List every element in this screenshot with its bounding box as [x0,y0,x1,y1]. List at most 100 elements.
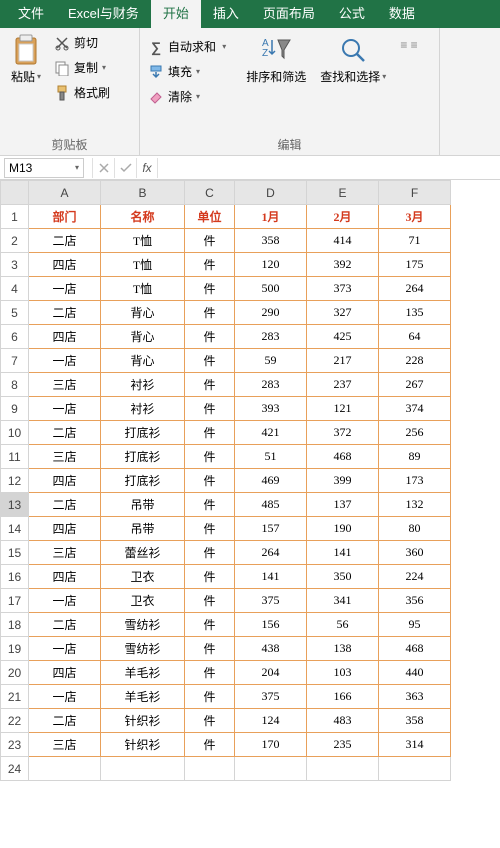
cell[interactable]: 137 [307,493,379,517]
cell[interactable]: 135 [379,301,451,325]
cell[interactable]: 件 [185,517,235,541]
autosum-button[interactable]: ∑ 自动求和 ▾ [146,36,228,57]
row-header-14[interactable]: 14 [1,517,29,541]
cell[interactable]: 件 [185,613,235,637]
cell[interactable]: 156 [235,613,307,637]
cell[interactable]: 71 [379,229,451,253]
cell[interactable]: 二店 [29,613,101,637]
row-header-2[interactable]: 2 [1,229,29,253]
cell[interactable]: T恤 [101,277,185,301]
header-cell[interactable]: 2月 [307,205,379,229]
cell[interactable]: 针织衫 [101,709,185,733]
row-header-8[interactable]: 8 [1,373,29,397]
cell[interactable]: 吊带 [101,517,185,541]
cell[interactable]: 341 [307,589,379,613]
header-cell[interactable]: 3月 [379,205,451,229]
col-header-E[interactable]: E [307,181,379,205]
cell[interactable]: 327 [307,301,379,325]
row-header-12[interactable]: 12 [1,469,29,493]
col-header-F[interactable]: F [379,181,451,205]
cell[interactable]: 500 [235,277,307,301]
cell[interactable]: 一店 [29,277,101,301]
cell[interactable]: 一店 [29,637,101,661]
cell[interactable]: 51 [235,445,307,469]
cell[interactable]: 三店 [29,733,101,757]
col-header-B[interactable]: B [101,181,185,205]
cell[interactable]: 件 [185,301,235,325]
cell[interactable]: 件 [185,349,235,373]
cut-button[interactable]: 剪切 [52,32,112,53]
cell[interactable]: 件 [185,469,235,493]
cell[interactable]: 95 [379,613,451,637]
cell[interactable]: 124 [235,709,307,733]
cell[interactable]: 羊毛衫 [101,685,185,709]
cell[interactable]: 衬衫 [101,397,185,421]
cell[interactable]: 103 [307,661,379,685]
cell[interactable]: 228 [379,349,451,373]
cell[interactable]: 89 [379,445,451,469]
row-header-15[interactable]: 15 [1,541,29,565]
cell[interactable]: 59 [235,349,307,373]
copy-button[interactable]: 复制 ▾ [52,57,112,78]
cell[interactable]: 283 [235,373,307,397]
cell[interactable]: 一店 [29,349,101,373]
row-header-23[interactable]: 23 [1,733,29,757]
row-header-20[interactable]: 20 [1,661,29,685]
cell[interactable]: 283 [235,325,307,349]
cell[interactable]: 雪纺衫 [101,637,185,661]
cell[interactable]: 件 [185,373,235,397]
row-header-4[interactable]: 4 [1,277,29,301]
cell[interactable]: 264 [235,541,307,565]
cell[interactable]: 打底衫 [101,421,185,445]
cell[interactable] [235,757,307,781]
cell[interactable]: 375 [235,685,307,709]
cell[interactable]: 290 [235,301,307,325]
cell[interactable]: 141 [307,541,379,565]
cell[interactable]: 四店 [29,565,101,589]
cell[interactable]: 件 [185,661,235,685]
tab-文件[interactable]: 文件 [6,0,56,28]
cell[interactable]: 120 [235,253,307,277]
row-header-6[interactable]: 6 [1,325,29,349]
cell[interactable]: T恤 [101,229,185,253]
cell[interactable]: 267 [379,373,451,397]
cell[interactable]: 468 [379,637,451,661]
cell[interactable]: 背心 [101,301,185,325]
cell[interactable]: 438 [235,637,307,661]
cell[interactable]: 157 [235,517,307,541]
cell[interactable]: 羊毛衫 [101,661,185,685]
cell[interactable]: 件 [185,445,235,469]
cell[interactable]: 173 [379,469,451,493]
cell[interactable]: 针织衫 [101,733,185,757]
header-cell[interactable]: 名称 [101,205,185,229]
cell[interactable] [101,757,185,781]
cell[interactable]: 二店 [29,709,101,733]
cell[interactable]: 件 [185,709,235,733]
cell[interactable] [307,757,379,781]
cell[interactable]: 175 [379,253,451,277]
cell[interactable]: 121 [307,397,379,421]
cell[interactable]: 件 [185,589,235,613]
col-header-A[interactable]: A [29,181,101,205]
cell[interactable]: 卫衣 [101,565,185,589]
cell[interactable]: 350 [307,565,379,589]
cell[interactable]: 217 [307,349,379,373]
tab-公式[interactable]: 公式 [327,0,377,28]
cell[interactable]: 483 [307,709,379,733]
formula-cancel-button[interactable] [92,158,114,178]
cell[interactable]: 363 [379,685,451,709]
sort-filter-button[interactable]: AZ 排序和筛选 [242,32,310,87]
row-header-19[interactable]: 19 [1,637,29,661]
cell[interactable]: 三店 [29,445,101,469]
spreadsheet-grid[interactable]: ABCDEF1部门名称单位1月2月3月2二店T恤件358414713四店T恤件1… [0,180,500,848]
cell[interactable]: 一店 [29,589,101,613]
cell[interactable]: 372 [307,421,379,445]
cell[interactable]: 138 [307,637,379,661]
header-cell[interactable]: 1月 [235,205,307,229]
row-header-13[interactable]: 13 [1,493,29,517]
row-header-9[interactable]: 9 [1,397,29,421]
format-painter-button[interactable]: 格式刷 [52,82,112,103]
cell[interactable]: 三店 [29,541,101,565]
cell[interactable]: 425 [307,325,379,349]
cell[interactable]: 190 [307,517,379,541]
